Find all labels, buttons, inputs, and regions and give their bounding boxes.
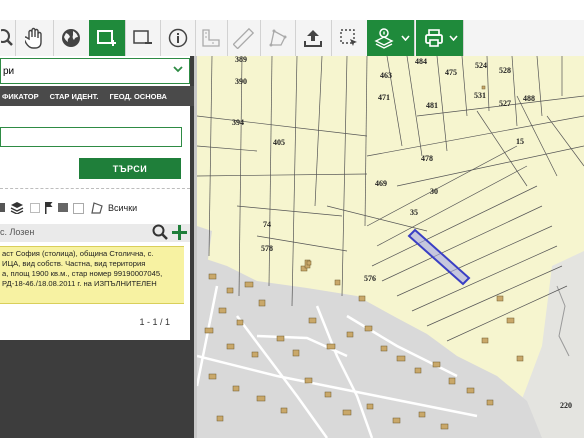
upload-button[interactable] <box>295 20 332 56</box>
checkbox-icon[interactable] <box>73 203 84 214</box>
search-tabs: ФИКАТОР СТАР ИДЕНТ. ГЕОД. ОСНОВА <box>0 86 194 106</box>
layer-select[interactable]: ри <box>0 58 190 84</box>
result-line: ИЦА, вид собств. Частна, вид територия <box>2 259 146 268</box>
parcel-label: 531 <box>474 91 486 100</box>
parcel-label: 528 <box>499 66 511 75</box>
parcel-label: 478 <box>421 154 433 163</box>
parcel-label: 471 <box>378 93 390 102</box>
info-icon <box>168 28 187 48</box>
add-icon[interactable] <box>171 224 188 241</box>
parcel-label: 389 <box>235 56 247 64</box>
parcel-label: 475 <box>445 68 457 77</box>
square-icon[interactable] <box>58 203 68 212</box>
chevron-down-icon <box>401 35 410 41</box>
parcel-label: 405 <box>273 138 285 147</box>
select-add-icon <box>97 30 116 46</box>
pager: 1 - 1 / 1 <box>139 317 170 327</box>
checkbox-icon[interactable] <box>30 203 40 213</box>
result-line: аст София (столица), община Столична, с. <box>2 249 154 258</box>
parcel-label: 74 <box>263 220 271 229</box>
cadastral-map[interactable]: 389 390 394 405 463 484 475 524 528 471 … <box>197 56 584 438</box>
pan-tool-button[interactable] <box>15 20 54 56</box>
chevron-down-icon <box>173 66 183 73</box>
layers-dropdown-icon <box>374 28 394 49</box>
select-remove-button[interactable] <box>125 20 161 56</box>
zoom-tool-button[interactable] <box>0 20 16 56</box>
square-icon[interactable] <box>0 203 5 212</box>
parcel-label: 394 <box>232 118 244 127</box>
search-panel-body: ри ФИКАТОР СТАР ИДЕНТ. ГЕОД. ОСНОВА ТЪРС… <box>0 56 194 340</box>
ruler-button[interactable] <box>227 20 261 56</box>
select-remove-icon <box>132 30 152 44</box>
search-result-item[interactable]: аст София (столица), община Столична, с.… <box>0 246 184 304</box>
info-button[interactable] <box>160 20 196 56</box>
globe-icon <box>62 29 80 47</box>
flag-icon[interactable] <box>44 201 54 214</box>
tab-geodetic-base[interactable]: ГЕОД. ОСНОВА <box>109 92 166 101</box>
upload-icon <box>304 30 322 47</box>
location-filter-row: с. Лозен <box>0 224 190 242</box>
parcel-label: 390 <box>235 77 247 86</box>
search-input[interactable] <box>0 127 182 147</box>
shape-icon <box>269 29 286 47</box>
parcel-label: 15 <box>516 137 524 146</box>
shape-button[interactable] <box>260 20 296 56</box>
parcel-label: 35 <box>410 208 418 217</box>
print-icon <box>425 29 443 47</box>
map-canvas[interactable]: 389 390 394 405 463 484 475 524 528 471 … <box>197 56 584 438</box>
zoom-icon <box>0 29 13 46</box>
measure-area-button[interactable] <box>195 20 228 56</box>
result-line: РД-18-46./18.08.2011 г. на ИЗПЪЛНИТЕЛЕН <box>2 279 157 288</box>
globe-tool-button[interactable] <box>53 20 90 56</box>
parcel-label: 220 <box>560 401 572 410</box>
layers-dropdown-button[interactable] <box>367 20 415 56</box>
parcel-label: 578 <box>261 244 273 253</box>
search-panel: ри ФИКАТОР СТАР ИДЕНТ. ГЕОД. ОСНОВА ТЪРС… <box>0 56 194 438</box>
layer-filter-label: Всички <box>108 203 138 213</box>
layer-filter-row: Всички <box>0 201 190 217</box>
map-toolbar <box>0 20 584 57</box>
layers-icon[interactable] <box>10 201 24 214</box>
parcel-label: 488 <box>523 94 535 103</box>
layer-select-value: ри <box>3 65 15 77</box>
measure-area-icon <box>202 29 220 47</box>
location-filter-value[interactable]: с. Лозен <box>0 227 34 237</box>
parcel-label: 484 <box>415 57 427 66</box>
chevron-down-icon <box>449 35 458 41</box>
parcel-label: 463 <box>380 71 392 80</box>
parcel-label: 527 <box>499 99 511 108</box>
search-button[interactable]: ТЪРСИ <box>79 158 181 179</box>
parcel-label: 524 <box>475 61 487 70</box>
parcel-label: 469 <box>375 179 387 188</box>
pan-hand-icon <box>25 27 42 49</box>
dashed-select-icon <box>340 29 357 46</box>
tab-identifier[interactable]: ФИКАТОР <box>2 92 39 101</box>
parcel-label: 481 <box>426 101 438 110</box>
dashed-select-button[interactable] <box>331 20 368 56</box>
result-line: а, площ 1900 кв.м., стар номер 991900070… <box>2 269 163 278</box>
top-strip <box>0 0 584 21</box>
divider <box>0 188 190 189</box>
parcel-label: 576 <box>364 274 376 283</box>
polygon-icon[interactable] <box>90 201 104 214</box>
search-icon[interactable] <box>152 224 168 241</box>
parcel-label: 30 <box>430 187 438 196</box>
print-dropdown-button[interactable] <box>416 20 464 56</box>
select-add-button[interactable] <box>89 20 126 56</box>
tab-old-identifier[interactable]: СТАР ИДЕНТ. <box>50 92 99 101</box>
ruler-icon <box>232 27 254 49</box>
